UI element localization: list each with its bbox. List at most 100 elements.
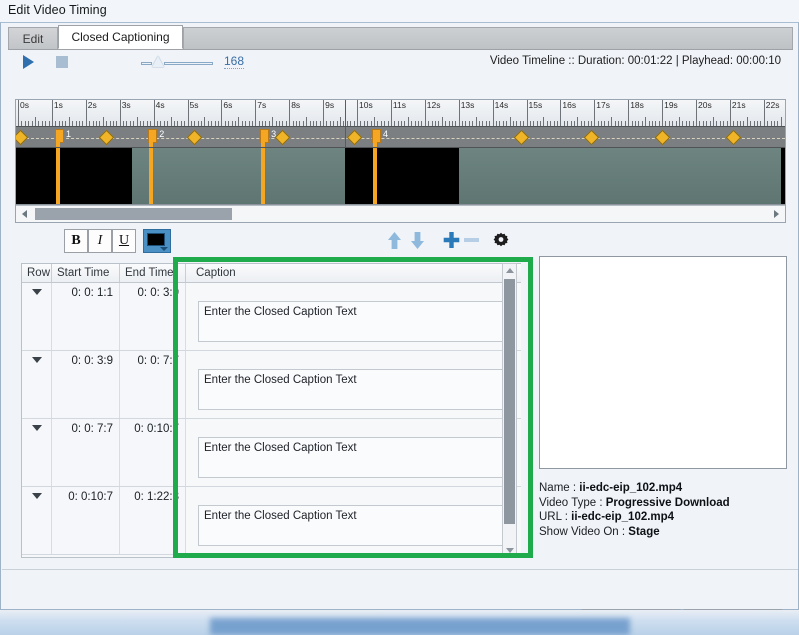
cue-point-marker[interactable] <box>514 129 530 146</box>
cell-start-time[interactable]: 0: 0: 7:7 <box>52 419 120 486</box>
arrow-down-icon[interactable] <box>409 231 426 255</box>
row-expand-toggle[interactable] <box>22 487 52 554</box>
ruler-tick-label: 17s <box>596 100 611 110</box>
info-show-on-line: Show Video On : Stage <box>539 525 787 540</box>
plus-icon[interactable] <box>443 231 460 254</box>
ruler-tick-minor <box>509 117 511 126</box>
cue-point-marker[interactable] <box>726 129 742 146</box>
scroll-right-arrow-icon[interactable] <box>768 206 785 222</box>
italic-button[interactable]: I <box>88 229 112 253</box>
cue-point-marker[interactable] <box>583 129 600 146</box>
table-row[interactable]: 0: 0:10:7 0: 1:22:3 Enter the Closed Capti… <box>22 487 521 555</box>
ruler-tick-minor <box>204 117 206 126</box>
horizontal-scroll-thumb[interactable] <box>35 208 232 220</box>
ruler-tick-major <box>594 100 596 126</box>
table-row[interactable]: 0: 0: 1:1 0: 0: 3:9 Enter the Closed Capti… <box>22 283 521 351</box>
ruler-tick-major <box>492 100 494 126</box>
edit-video-timing-dialog: Edit Video Timing Edit Closed Captioning… <box>0 0 799 635</box>
chevron-down-icon[interactable] <box>160 247 168 251</box>
ruler-tick-minor <box>645 117 647 126</box>
caption-text-input[interactable]: Enter the Closed Caption Text <box>198 301 508 342</box>
row-expand-toggle[interactable] <box>22 419 52 486</box>
video-timeline-panel[interactable]: 0s 1s 2s 3s 4s 5s 6s 7s 8s 9s 10s 11s 12s 13s 14s 15s 16… <box>15 99 786 223</box>
scroll-left-arrow-icon[interactable] <box>16 206 33 222</box>
cell-end-time[interactable]: 0: 0: 7:7 <box>120 351 186 418</box>
ruler-tick-label: 8s <box>291 100 301 110</box>
cue-point-marker[interactable] <box>654 129 671 146</box>
cue-point-marker[interactable] <box>98 129 115 146</box>
captions-table[interactable]: Row Start Time End Time Caption 0: 0: 1:… <box>21 263 521 558</box>
cell-end-time[interactable]: 0: 1:22:3 <box>120 487 186 554</box>
ruler-tick-major <box>424 100 426 126</box>
ruler-tick-minor <box>577 117 579 126</box>
tab-closed-captioning[interactable]: Closed Captioning <box>58 25 183 49</box>
arrow-up-icon[interactable] <box>386 231 403 255</box>
keyframe-guide-line <box>261 148 266 204</box>
caption-text-input[interactable]: Enter the Closed Caption Text <box>198 437 508 478</box>
table-vertical-scrollbar[interactable] <box>502 263 517 558</box>
timeline-marker-band[interactable]: 1 2 3 4 <box>16 126 785 148</box>
stop-icon[interactable] <box>56 56 68 68</box>
playback-control-row: 168 Video Timeline :: Duration: 00:01:22… <box>8 51 793 75</box>
cue-point-marker[interactable] <box>275 129 291 146</box>
caption-keyframe-label: 4 <box>382 129 388 139</box>
ruler-tick-label: 12s <box>426 100 441 110</box>
bold-button[interactable]: B <box>64 229 88 253</box>
cell-start-time[interactable]: 0: 0: 1:1 <box>52 283 120 350</box>
timeline-horizontal-scrollbar[interactable] <box>16 205 785 222</box>
cell-start-time[interactable]: 0: 0:10:7 <box>52 487 120 554</box>
video-filmstrip[interactable] <box>16 148 785 205</box>
ruler-tick-label: 11s <box>392 100 406 110</box>
ruler-tick-major <box>526 100 528 126</box>
underline-button[interactable]: U <box>112 229 136 253</box>
caption-keyframe-label: 3 <box>271 129 277 139</box>
scroll-down-arrow-icon[interactable] <box>503 544 516 557</box>
cue-point-marker[interactable] <box>346 129 362 146</box>
row-expand-toggle[interactable] <box>22 351 52 418</box>
cell-start-time[interactable]: 0: 0: 3:9 <box>52 351 120 418</box>
table-row[interactable]: 0: 0: 3:9 0: 0: 7:7 Enter the Closed Capti… <box>22 351 521 419</box>
row-expand-toggle[interactable] <box>22 283 52 350</box>
scroll-up-arrow-icon[interactable] <box>503 264 516 277</box>
info-type-line: Video Type : Progressive Download <box>539 496 787 511</box>
cell-end-time[interactable]: 0: 0: 3:9 <box>120 283 186 350</box>
timeline-ruler[interactable]: 0s 1s 2s 3s 4s 5s 6s 7s 8s 9s 10s 11s 12s 13s 14s 15s 16… <box>16 100 785 126</box>
ruler-tick-minor <box>373 117 375 126</box>
column-header-end-time: End Time <box>120 264 186 282</box>
text-color-picker-button[interactable] <box>143 229 171 253</box>
vertical-scroll-thumb[interactable] <box>504 279 515 524</box>
slider-track-empty <box>164 62 213 65</box>
tab-edit[interactable]: Edit <box>8 27 58 49</box>
play-icon[interactable] <box>23 55 34 69</box>
ruler-tick-minor <box>712 117 714 126</box>
table-row[interactable]: 0: 0: 7:7 0: 0:10:7 Enter the Closed Capti… <box>22 419 521 487</box>
video-preview-pane[interactable] <box>539 256 787 469</box>
ruler-tick-major <box>560 100 562 126</box>
cue-point-marker[interactable] <box>16 129 28 146</box>
ruler-tick-label: 2s <box>87 100 97 110</box>
playhead-indicator[interactable] <box>345 100 347 126</box>
dialog-title: Edit Video Timing <box>8 3 107 17</box>
gear-icon[interactable] <box>493 232 509 254</box>
filmstrip-segment <box>458 148 781 204</box>
ruler-tick-major <box>255 100 257 126</box>
playhead-indicator-band <box>345 127 347 147</box>
caption-text-input[interactable]: Enter the Closed Caption Text <box>198 369 508 410</box>
slider-thumb[interactable] <box>152 56 164 67</box>
ruler-tick-label: 19s <box>664 100 678 110</box>
cell-end-time[interactable]: 0: 0:10:7 <box>120 419 186 486</box>
cue-point-marker[interactable] <box>186 129 203 146</box>
minus-icon[interactable] <box>464 238 479 242</box>
column-header-caption: Caption <box>196 267 236 279</box>
playback-slider[interactable] <box>141 56 213 67</box>
ruler-tick-minor <box>102 117 104 126</box>
caption-text-input[interactable]: Enter the Closed Caption Text <box>198 505 508 546</box>
tab-bar: Edit Closed Captioning <box>8 25 793 50</box>
chevron-down-icon <box>31 493 42 499</box>
info-type-value: Progressive Download <box>605 496 730 509</box>
filmstrip-segment <box>18 148 132 204</box>
ruler-tick-major <box>153 100 155 126</box>
info-name-line: Name : ii-edc-eip_102.mp4 <box>539 481 787 496</box>
ruler-tick-minor <box>780 117 782 126</box>
dialog-body: Edit Closed Captioning 168 Video Timelin… <box>0 22 799 635</box>
